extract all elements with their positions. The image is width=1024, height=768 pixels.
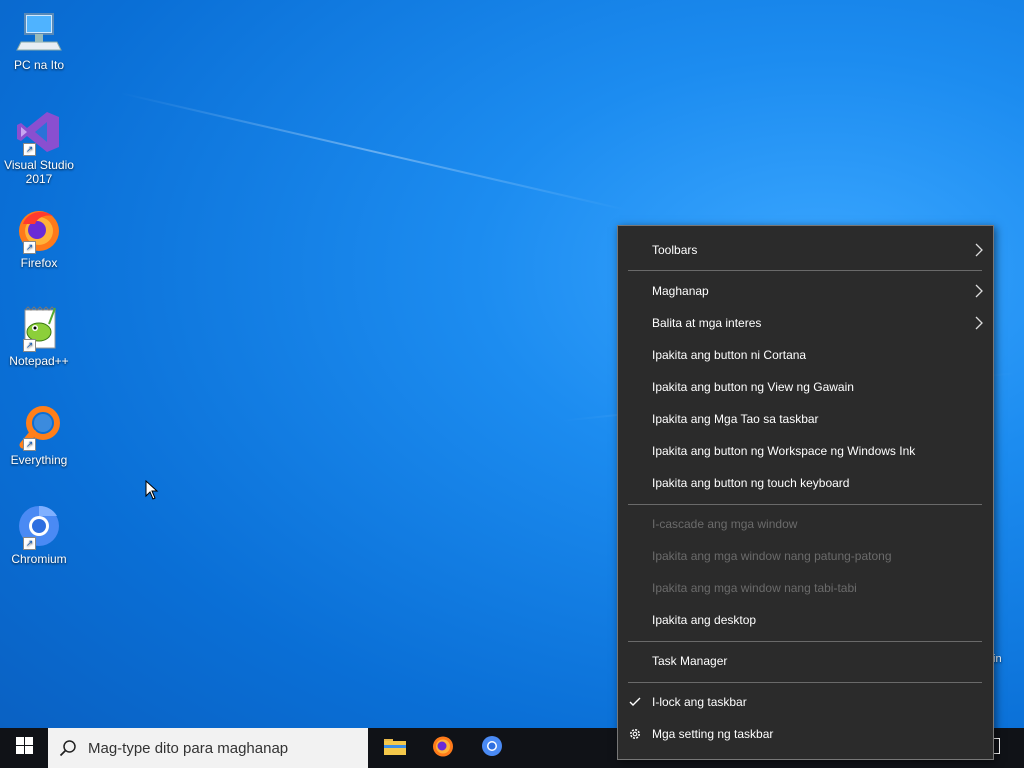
menu-item-lock-taskbar[interactable]: I-lock ang taskbar — [618, 686, 993, 718]
desktop-icon-label: Visual Studio 2017 — [4, 158, 74, 186]
partial-desktop-label: in — [993, 653, 1002, 665]
desktop-icon-visual-studio[interactable]: ↗ Visual Studio 2017 — [4, 108, 74, 186]
desktop-icon-everything[interactable]: ↗ Everything — [4, 403, 74, 467]
folder-icon — [384, 737, 406, 760]
menu-item-task-manager[interactable]: Task Manager — [618, 645, 993, 677]
firefox-icon: ↗ — [15, 206, 63, 254]
menu-item-show-touch-keyboard-button[interactable]: Ipakita ang button ng touch keyboard — [618, 467, 993, 499]
menu-item-news-interests[interactable]: Balita at mga interes — [618, 307, 993, 339]
menu-separator — [628, 682, 982, 683]
menu-item-show-windows-stacked: Ipakita ang mga window nang patung-paton… — [652, 549, 892, 563]
desktop-icon-label: Notepad++ — [9, 354, 69, 368]
desktop-icon-chromium[interactable]: ↗ Chromium — [4, 502, 74, 566]
computer-icon — [15, 8, 63, 56]
chromium-icon: ↗ — [15, 502, 63, 550]
desktop-icon-label: Firefox — [20, 256, 58, 270]
desktop-icon-label: Chromium — [11, 552, 67, 566]
taskbar-app-file-explorer[interactable] — [371, 728, 419, 768]
visual-studio-icon: ↗ — [15, 108, 63, 156]
desktop-icon-label: PC na Ito — [13, 58, 65, 72]
menu-separator — [628, 641, 982, 642]
gear-icon — [628, 718, 642, 762]
mouse-cursor-icon — [145, 479, 159, 505]
menu-separator — [628, 504, 982, 505]
chevron-right-icon — [975, 234, 983, 278]
taskbar-context-menu: Toolbars Maghanap Balita at mga interes … — [617, 225, 994, 760]
menu-item-show-desktop[interactable]: Ipakita ang desktop — [618, 604, 993, 636]
chromium-icon — [480, 734, 504, 763]
desktop-icon-notepadpp[interactable]: ↗ Notepad++ — [4, 304, 74, 368]
menu-item-toolbars[interactable]: Toolbars — [618, 234, 993, 266]
menu-item-show-people[interactable]: Ipakita ang Mga Tao sa taskbar — [618, 403, 993, 435]
menu-item-show-windows-ink-button[interactable]: Ipakita ang button ng Workspace ng Windo… — [618, 435, 993, 467]
menu-item-search[interactable]: Maghanap — [618, 275, 993, 307]
menu-separator — [628, 270, 982, 271]
windows-logo-icon — [15, 737, 33, 759]
search-icon — [48, 728, 88, 768]
menu-item-cascade-windows: I-cascade ang mga window — [652, 517, 798, 531]
taskbar-app-firefox[interactable] — [419, 728, 467, 768]
search-placeholder: Mag-type dito para maghanap — [88, 739, 289, 757]
menu-item-show-windows-side-by-side: Ipakita ang mga window nang tabi-tabi — [652, 581, 857, 595]
start-button[interactable] — [0, 728, 48, 768]
desktop-icon-label: Everything — [10, 453, 68, 467]
menu-item-show-cortana-button[interactable]: Ipakita ang button ni Cortana — [618, 339, 993, 371]
taskbar-search-box[interactable]: Mag-type dito para maghanap — [48, 728, 368, 768]
everything-search-icon: ↗ — [15, 403, 63, 451]
firefox-icon — [431, 734, 455, 763]
menu-item-taskbar-settings[interactable]: Mga setting ng taskbar — [618, 718, 993, 750]
menu-item-show-task-view-button[interactable]: Ipakita ang button ng View ng Gawain — [618, 371, 993, 403]
taskbar-app-chromium[interactable] — [468, 728, 516, 768]
desktop-icon-firefox[interactable]: ↗ Firefox — [4, 206, 74, 270]
notepadpp-icon: ↗ — [15, 304, 63, 352]
desktop-icon-this-pc[interactable]: PC na Ito — [4, 8, 74, 72]
